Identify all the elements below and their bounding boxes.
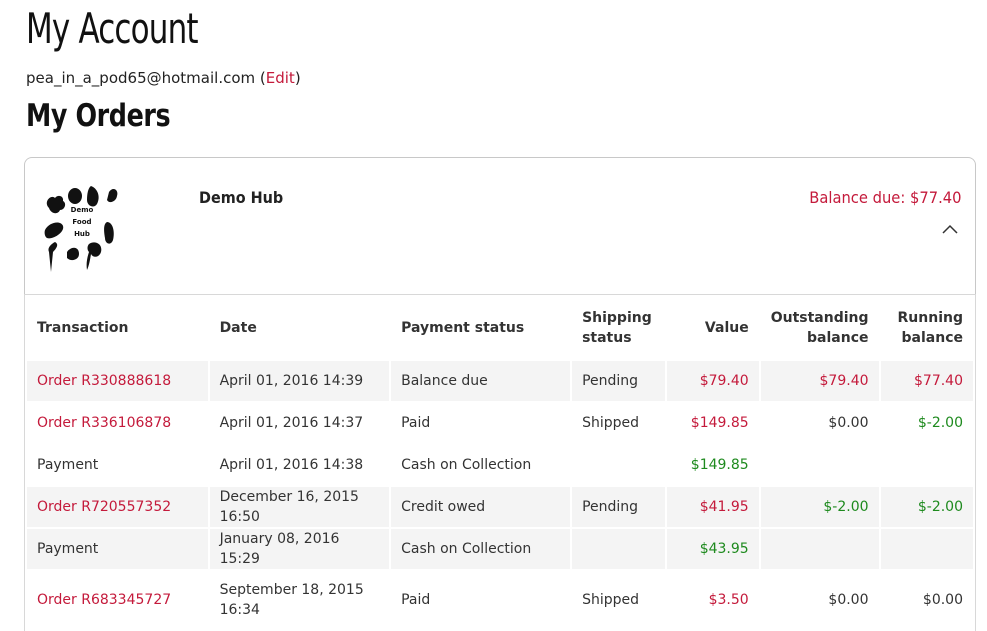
hub-logo-text-1: Demo: [71, 206, 94, 214]
row-date-l2: 16:34: [219, 602, 260, 618]
col-running-l2: balance: [901, 330, 963, 346]
row-payment-status: Credit owed: [391, 487, 571, 527]
col-shipping-status-l1: Shipping: [582, 310, 652, 326]
account-email: pea_in_a_pod65@hotmail.com: [26, 69, 256, 87]
chevron-up-icon[interactable]: [941, 222, 959, 236]
row-value: $41.95: [666, 487, 759, 527]
orders-table: Transaction Date Payment status Shipping…: [24, 294, 976, 631]
row-outstanding: $-2.00: [760, 487, 879, 527]
col-running-l1: Running: [897, 310, 963, 326]
row-shipping-status: [572, 529, 665, 569]
col-date: Date: [219, 320, 257, 336]
col-outstanding-l2: balance: [807, 330, 869, 346]
row-value: $79.40: [666, 361, 759, 401]
hub-name: Demo Hub: [199, 188, 284, 207]
hub-card: Demo Food Hub Demo Hub Balance due: $77.…: [24, 157, 976, 297]
table-header-row: Transaction Date Payment status Shipping…: [27, 297, 973, 359]
row-running: $-2.00: [880, 487, 973, 527]
col-outstanding-balance: Outstanding balance: [761, 297, 879, 359]
row-shipping-status: Pending: [572, 487, 665, 527]
table-row: Order R336106878 April 01, 2016 14:37 Pa…: [27, 403, 973, 443]
edit-account-link[interactable]: Edit: [266, 69, 295, 87]
table-row: Order R330888618 April 01, 2016 14:39 Ba…: [27, 361, 973, 401]
table-row: Payment January 08, 2016 15:29 Cash on C…: [27, 529, 973, 569]
col-shipping-status-l2: status: [582, 330, 632, 346]
row-value: $3.50: [708, 592, 749, 608]
account-email-line: pea_in_a_pod65@hotmail.com (Edit): [26, 69, 301, 87]
table-row: Order R720557352 December 16, 2015 16:50…: [27, 487, 973, 527]
row-date: December 16, 2015 16:50: [209, 487, 390, 527]
row-date: April 01, 2016 14:39: [209, 361, 390, 401]
table-row: Payment April 01, 2016 14:38 Cash on Col…: [27, 445, 973, 485]
row-running: [880, 529, 973, 569]
row-payment-status: Balance due: [391, 361, 571, 401]
hub-logo-text-2: Food: [72, 218, 91, 226]
hub-logo: Demo Food Hub: [44, 186, 118, 272]
row-payment-status: Paid: [401, 592, 431, 608]
col-transaction: Transaction: [37, 320, 129, 336]
row-outstanding: [760, 529, 879, 569]
order-link[interactable]: Order R330888618: [27, 361, 208, 401]
order-link[interactable]: Order R683345727: [27, 571, 208, 629]
row-shipping-status: Shipped: [582, 415, 639, 431]
row-payment-status: Cash on Collection: [401, 457, 532, 473]
col-value: Value: [704, 320, 749, 336]
row-transaction: Payment: [37, 457, 99, 473]
row-date: April 01, 2016 14:38: [219, 457, 364, 473]
order-link[interactable]: Order R720557352: [27, 487, 208, 527]
col-outstanding-l1: Outstanding: [770, 310, 869, 326]
hub-logo-text-3: Hub: [74, 230, 90, 238]
row-payment-status: Cash on Collection: [391, 529, 571, 569]
row-date: January 08, 2016 15:29: [209, 529, 390, 569]
row-date: September 18, 2015 16:34: [210, 571, 390, 629]
row-value: $149.85: [690, 457, 749, 473]
hub-balance-due: Balance due: $77.40: [808, 188, 961, 207]
table-row: Order R683345727 September 18, 2015 16:34…: [27, 571, 973, 629]
col-running-balance: Running balance: [881, 297, 973, 359]
row-payment-status: Paid: [401, 415, 431, 431]
row-shipping-status: Shipped: [582, 592, 639, 608]
col-shipping-status: Shipping status: [572, 297, 665, 359]
my-orders-heading: My Orders: [26, 98, 171, 134]
row-outstanding: [761, 445, 879, 485]
col-payment-status: Payment status: [401, 320, 525, 336]
row-running: [881, 445, 973, 485]
row-value: $43.95: [666, 529, 759, 569]
row-outstanding: $0.00: [828, 592, 869, 608]
row-date: April 01, 2016 14:37: [219, 415, 364, 431]
row-outstanding: $79.40: [760, 361, 879, 401]
order-link[interactable]: Order R336106878: [27, 403, 208, 443]
row-date-l1: September 18, 2015: [219, 582, 364, 598]
row-running: $77.40: [880, 361, 973, 401]
row-transaction: Payment: [27, 529, 208, 569]
row-shipping-status: Pending: [572, 361, 665, 401]
row-shipping-status: [572, 445, 665, 485]
row-value: $149.85: [690, 415, 749, 431]
page-title: My Account: [26, 4, 199, 53]
row-running: $0.00: [922, 592, 963, 608]
row-running: $-2.00: [917, 415, 963, 431]
row-outstanding: $0.00: [828, 415, 869, 431]
